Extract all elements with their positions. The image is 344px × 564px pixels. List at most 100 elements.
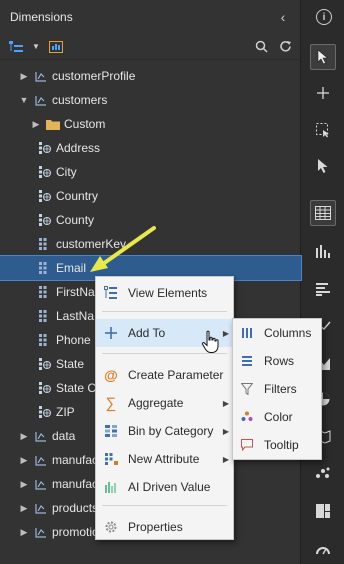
caret-right-icon[interactable]: ▶ xyxy=(18,430,30,442)
tree-row-label: State xyxy=(56,357,85,371)
caret-down-icon[interactable]: ▼ xyxy=(18,94,30,106)
bin-icon xyxy=(103,423,119,439)
marquee-select-icon[interactable] xyxy=(310,117,336,143)
menu-item-label: Aggregate xyxy=(128,396,184,410)
menu-item-label: AI Driven Value xyxy=(128,480,211,494)
plus-icon xyxy=(103,325,119,341)
toolbar-right xyxy=(253,39,293,55)
gauge-icon[interactable] xyxy=(310,536,336,562)
tree-row[interactable]: ▼ customers xyxy=(0,88,301,112)
menu-item-ai-driven-value[interactable]: AI Driven Value xyxy=(96,473,235,501)
submenu-item-label: Rows xyxy=(264,354,295,368)
dropdown-icon[interactable]: ▼ xyxy=(28,39,44,55)
caret-right-icon[interactable]: ▶ xyxy=(30,118,42,130)
menu-item-bin-by-category[interactable]: Bin by Category ▶ xyxy=(96,417,235,445)
menu-item-label: Create Parameter xyxy=(128,368,224,382)
submenu-item-label: Columns xyxy=(264,326,312,340)
geo-icon xyxy=(38,141,52,155)
menu-item-view-elements[interactable]: View Elements xyxy=(96,279,235,307)
geo-icon xyxy=(38,189,52,203)
panel-toolbar: ▼ xyxy=(0,34,301,60)
add-to-submenu: Columns Rows Filters Color Tooltip xyxy=(232,318,322,460)
submenu-item-label: Color xyxy=(264,410,293,424)
tree-row-label: customerProfile xyxy=(52,69,136,83)
app-root: Dimensions ‹ ▼ ▶ customerProfile ▼ customer… xyxy=(0,0,344,564)
rows-icon xyxy=(239,353,255,369)
dim-icon xyxy=(34,501,48,515)
menu-item-label: View Elements xyxy=(128,286,208,300)
dim-icon xyxy=(34,477,48,491)
caret-right-icon[interactable]: ▶ xyxy=(18,502,30,514)
submenu-item-label: Filters xyxy=(264,382,297,396)
tree-row[interactable]: City xyxy=(0,160,301,184)
tree-row-label: Custom xyxy=(64,117,106,131)
move-tool-icon[interactable] xyxy=(310,80,336,106)
tree-row-label: LastNa xyxy=(56,309,95,323)
menu-separator xyxy=(102,505,227,506)
chevron-left-icon[interactable]: ‹ xyxy=(275,9,291,25)
search-icon[interactable] xyxy=(253,39,269,55)
treemap-icon[interactable] xyxy=(310,498,336,524)
submenu-item-columns[interactable]: Columns xyxy=(233,319,323,347)
geo-icon xyxy=(38,165,52,179)
submenu-item-filters[interactable]: Filters xyxy=(233,375,323,403)
tree-view-icon[interactable] xyxy=(8,39,24,55)
tree-row-label: manufac xyxy=(52,477,99,491)
tree-row[interactable]: Address xyxy=(0,136,301,160)
columns-icon xyxy=(239,325,255,341)
caret-right-icon[interactable]: ▶ xyxy=(18,478,30,490)
caret-right-icon[interactable]: ▶ xyxy=(18,70,30,82)
tree-row-label: data xyxy=(52,429,76,443)
caret-right-icon[interactable]: ▶ xyxy=(18,454,30,466)
refresh-icon[interactable] xyxy=(277,39,293,55)
tree-row-label: ZIP xyxy=(56,405,75,419)
tree-row[interactable]: Country xyxy=(0,184,301,208)
submenu-arrow-icon: ▶ xyxy=(222,426,229,436)
tree-row-label: products xyxy=(52,501,99,515)
tree-row-label: Phone xyxy=(56,333,91,347)
panel-header: Dimensions ‹ xyxy=(0,0,301,34)
menu-item-label: Add To xyxy=(128,326,166,340)
dim-icon xyxy=(38,309,52,323)
hand-cursor-icon xyxy=(201,330,219,353)
submenu-item-tooltip[interactable]: Tooltip xyxy=(233,431,323,459)
tree-row-label: promotio xyxy=(52,525,99,539)
tree-row-label: State C xyxy=(56,381,97,395)
dim-icon xyxy=(34,69,48,83)
strip-header: i xyxy=(302,0,344,34)
menu-item-create-parameter[interactable]: @ Create Parameter xyxy=(96,361,235,389)
tree-row-label: Address xyxy=(56,141,101,155)
tree-row[interactable]: ▶ customerProfile xyxy=(0,64,301,88)
submenu-item-rows[interactable]: Rows xyxy=(233,347,323,375)
menu-item-properties[interactable]: Properties xyxy=(96,513,235,541)
caret-right-icon[interactable]: ▶ xyxy=(18,526,30,538)
dim-icon xyxy=(34,453,48,467)
pointer-tool-icon[interactable] xyxy=(310,44,336,70)
submenu-item-color[interactable]: Color xyxy=(233,403,323,431)
menu-item-aggregate[interactable]: ∑ Aggregate ▶ xyxy=(96,389,235,417)
scatter-icon[interactable] xyxy=(310,460,336,486)
new-attribute-icon xyxy=(103,451,119,467)
tree-row[interactable]: ▶ Custom xyxy=(0,112,301,136)
tool-strip: i xyxy=(302,0,344,564)
gear-icon xyxy=(103,519,119,535)
horizontal-bar-icon[interactable] xyxy=(310,276,336,302)
bar-chart-icon[interactable] xyxy=(310,238,336,264)
folder-icon xyxy=(46,117,60,131)
dim-icon xyxy=(34,93,48,107)
menu-item-new-attribute[interactable]: New Attribute ▶ xyxy=(96,445,235,473)
table-icon[interactable] xyxy=(310,200,336,226)
submenu-arrow-icon: ▶ xyxy=(222,454,229,464)
at-icon: @ xyxy=(104,367,118,383)
info-icon[interactable]: i xyxy=(316,9,332,25)
tree-row-label: City xyxy=(56,165,77,179)
select-pointer-icon[interactable] xyxy=(310,153,336,179)
dim-icon xyxy=(34,429,48,443)
tree-row-label: customers xyxy=(52,93,108,107)
calendar-icon[interactable] xyxy=(48,39,64,55)
